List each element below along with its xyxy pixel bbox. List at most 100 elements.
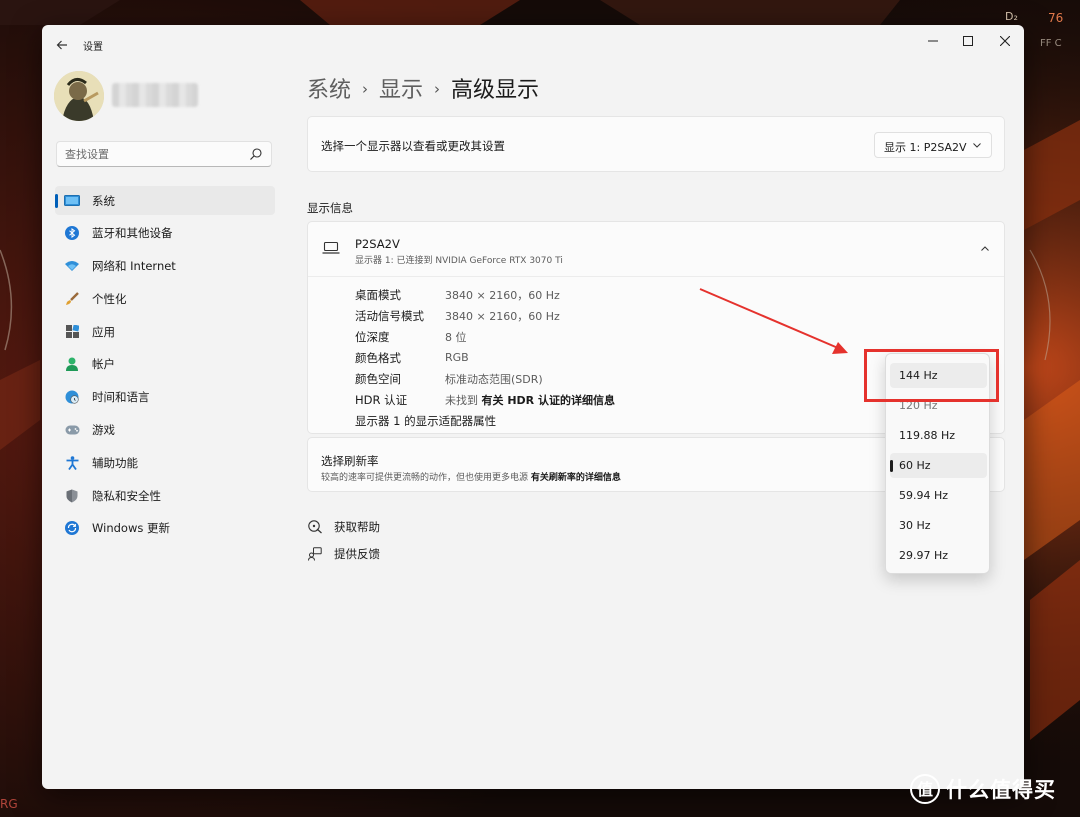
info-value: 3840 × 2160，60 Hz <box>445 288 560 302</box>
bluetooth-icon <box>64 225 80 241</box>
close-icon <box>1000 36 1010 46</box>
sidebar-nav: 系统 蓝牙和其他设备 网络和 Internet 个性化 应用 帐户 时间和语言 <box>55 186 275 547</box>
refresh-option-59-94[interactable]: 59.94 Hz <box>890 483 987 508</box>
info-row: HDR 认证 未找到 有关 HDR 认证的详细信息 <box>355 389 615 410</box>
refresh-option-119-88[interactable]: 119.88 Hz <box>890 423 987 448</box>
sidebar-item-label: 应用 <box>92 324 115 339</box>
info-value: 3840 × 2160，60 Hz <box>445 309 560 323</box>
monitor-connection: 显示器 1: 已连接到 NVIDIA GeForce RTX 3070 Ti <box>355 256 563 266</box>
display-info-header[interactable]: P2SA2V 显示器 1: 已连接到 NVIDIA GeForce RTX 30… <box>308 222 1004 277</box>
info-key: 活动信号模式 <box>355 308 424 323</box>
wifi-icon <box>64 258 80 274</box>
close-button[interactable] <box>987 29 1023 53</box>
selected-indicator <box>890 460 893 472</box>
sidebar-item-system[interactable]: 系统 <box>55 186 275 215</box>
sidebar-item-label: 蓝牙和其他设备 <box>92 226 173 241</box>
breadcrumb-system[interactable]: 系统 <box>307 78 351 103</box>
refresh-rate-details-link[interactable]: 有关刷新率的详细信息 <box>531 473 621 483</box>
get-help-label: 获取帮助 <box>334 520 380 534</box>
shield-icon <box>64 488 80 504</box>
user-name-blurred <box>112 83 198 107</box>
sidebar-item-network[interactable]: 网络和 Internet <box>55 252 275 281</box>
sidebar-item-windows-update[interactable]: Windows 更新 <box>55 514 275 543</box>
sidebar-item-time-language[interactable]: 时间和语言 <box>55 383 275 412</box>
back-arrow-icon <box>56 40 67 50</box>
watermark-text: 什么值得买 <box>946 778 1056 802</box>
sidebar-item-label: 时间和语言 <box>92 390 150 405</box>
sidebar-item-gaming[interactable]: 游戏 <box>55 416 275 445</box>
sidebar-item-apps[interactable]: 应用 <box>55 317 275 346</box>
brush-icon <box>64 291 80 307</box>
watermark: 值 什么值得买 <box>910 774 1056 804</box>
back-button[interactable] <box>52 35 72 55</box>
sidebar-item-bluetooth[interactable]: 蓝牙和其他设备 <box>55 219 275 248</box>
active-indicator <box>55 194 58 208</box>
monitor-name: P2SA2V <box>355 237 400 251</box>
search-icon[interactable] <box>249 147 263 161</box>
maximize-icon <box>963 36 973 46</box>
sidebar-item-personalization[interactable]: 个性化 <box>55 284 275 313</box>
feedback-link[interactable]: 提供反馈 <box>307 546 380 562</box>
option-label: 119.88 Hz <box>899 429 956 442</box>
info-row: 活动信号模式 3840 × 2160，60 Hz <box>355 305 615 326</box>
option-label: 30 Hz <box>899 519 931 532</box>
display-selector-value: 显示 1: P2SA2V <box>884 141 967 154</box>
search-input[interactable] <box>65 146 235 162</box>
display-selector-card: 选择一个显示器以查看或更改其设置 显示 1: P2SA2V <box>307 116 1005 172</box>
chevron-down-icon <box>973 143 981 148</box>
option-label: 59.94 Hz <box>899 489 949 502</box>
sidebar-item-accessibility[interactable]: 辅助功能 <box>55 448 275 477</box>
sidebar-item-label: 隐私和安全性 <box>92 488 161 503</box>
section-title-display-info: 显示信息 <box>307 201 353 215</box>
annotation-highlight-box <box>864 349 999 402</box>
avatar[interactable] <box>54 71 104 121</box>
option-label: 60 Hz <box>899 459 931 472</box>
refresh-option-60[interactable]: 60 Hz <box>890 453 987 478</box>
info-key: 桌面模式 <box>355 287 401 302</box>
laptop-icon <box>322 241 340 254</box>
breadcrumb-separator: › <box>362 80 369 98</box>
adapter-properties-link[interactable]: 显示器 1 的显示适配器属性 <box>355 410 615 431</box>
info-value: 未找到 有关 HDR 认证的详细信息 <box>445 392 615 408</box>
display-selector-dropdown[interactable]: 显示 1: P2SA2V <box>874 132 992 158</box>
minimize-button[interactable] <box>915 29 951 53</box>
refresh-option-29-97[interactable]: 29.97 Hz <box>890 543 987 568</box>
feedback-label: 提供反馈 <box>334 547 380 561</box>
info-value: 标准动态范围(SDR) <box>445 372 543 386</box>
refresh-rate-description: 较高的速率可提供更流畅的动作，但也使用更多电源 有关刷新率的详细信息 <box>321 470 621 483</box>
sidebar-item-label: Windows 更新 <box>92 521 170 536</box>
update-icon <box>64 520 80 536</box>
refresh-rate-title: 选择刷新率 <box>321 454 379 468</box>
sidebar-item-label: 游戏 <box>92 423 115 438</box>
sidebar-item-privacy[interactable]: 隐私和安全性 <box>55 481 275 510</box>
globe-clock-icon <box>64 389 80 405</box>
feedback-icon <box>307 546 323 562</box>
svg-text:D₂: D₂ <box>1005 10 1018 23</box>
svg-text:RG: RG <box>0 797 18 811</box>
sidebar-item-label: 帐户 <box>92 357 115 372</box>
avatar-image <box>54 71 104 121</box>
watermark-logo: 值 <box>910 774 940 804</box>
breadcrumb-display[interactable]: 显示 <box>379 78 423 103</box>
sidebar-item-accounts[interactable]: 帐户 <box>55 350 275 379</box>
chevron-up-icon[interactable] <box>980 244 990 254</box>
display-info-list: 桌面模式 3840 × 2160，60 Hz 活动信号模式 3840 × 2160，… <box>355 284 615 431</box>
hdr-details-link[interactable]: 有关 HDR 认证的详细信息 <box>482 394 615 407</box>
info-key: 位深度 <box>355 329 390 344</box>
sidebar-item-label: 辅助功能 <box>92 455 138 470</box>
info-row: 颜色格式 RGB <box>355 347 615 368</box>
sidebar-item-label: 个性化 <box>92 291 127 306</box>
get-help-link[interactable]: 获取帮助 <box>307 519 380 535</box>
page-title: 高级显示 <box>451 78 540 103</box>
refresh-option-30[interactable]: 30 Hz <box>890 513 987 538</box>
system-icon <box>64 193 80 209</box>
info-value: RGB <box>445 351 469 364</box>
maximize-button[interactable] <box>950 29 986 53</box>
help-chat-icon <box>307 519 323 535</box>
info-key: 颜色格式 <box>355 350 401 365</box>
search-box[interactable] <box>56 141 272 167</box>
apps-icon <box>64 324 80 340</box>
info-value: 8 位 <box>445 330 467 344</box>
minimize-icon <box>928 40 938 42</box>
accessibility-icon <box>64 455 80 471</box>
